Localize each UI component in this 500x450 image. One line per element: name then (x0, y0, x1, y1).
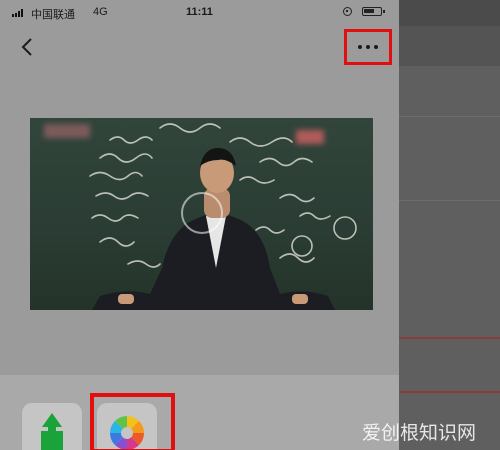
save-to-photos-tile[interactable] (97, 403, 157, 450)
blurred-logo (44, 124, 90, 138)
signal-strength-icon (12, 9, 23, 17)
network-type: 4G (93, 6, 108, 18)
ellipsis-icon (366, 45, 370, 49)
play-ring-icon[interactable] (181, 192, 223, 234)
watermark: 爱创根知识网 (362, 422, 477, 444)
more-options-button[interactable] (344, 29, 392, 65)
ellipsis-icon (358, 45, 362, 49)
status-bar: 中国联通 4G 11:11 (0, 0, 399, 24)
video-player[interactable] (30, 118, 373, 310)
status-time: 11:11 (186, 6, 213, 18)
carrier-name: 中国联通 (31, 9, 75, 21)
background-accent-line (399, 337, 500, 339)
orientation-lock-icon (343, 7, 352, 16)
background-divider (399, 116, 500, 117)
share-sheet (0, 375, 399, 450)
ellipsis-icon (374, 45, 378, 49)
navigation-bar (0, 24, 399, 68)
background-accent-line (399, 391, 500, 393)
photos-icon (110, 416, 144, 450)
background-app-toolbar (399, 26, 500, 66)
chevron-left-icon[interactable] (18, 36, 38, 58)
background-app (399, 0, 500, 450)
background-app-header (399, 0, 500, 26)
battery-icon (362, 7, 385, 16)
phone-screen: 中国联通 4G 11:11 (0, 0, 399, 450)
battery-level-fill (364, 9, 374, 13)
share-upload-icon (41, 413, 63, 450)
screenshot-canvas: 中国联通 4G 11:11 爱创根知识网 (0, 0, 500, 450)
share-app-tile[interactable] (22, 403, 82, 450)
background-divider (399, 200, 500, 201)
blurred-logo (296, 130, 324, 144)
